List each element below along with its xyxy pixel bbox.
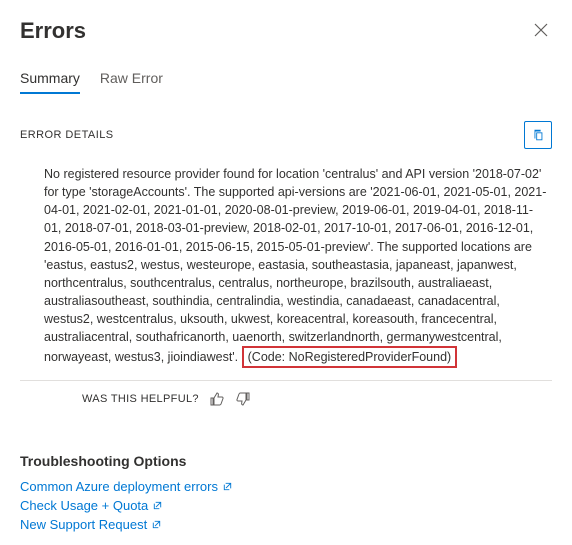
error-details-label: ERROR DETAILS <box>20 129 114 141</box>
thumbs-up-icon[interactable] <box>209 391 225 407</box>
close-icon <box>534 23 548 37</box>
external-link-icon <box>152 500 163 511</box>
close-button[interactable] <box>530 18 552 44</box>
copy-icon <box>531 128 545 142</box>
helpful-label: WAS THIS HELPFUL? <box>82 393 199 405</box>
link-check-usage-quota[interactable]: Check Usage + Quota <box>20 498 552 513</box>
tabs: Summary Raw Error <box>20 64 552 95</box>
page-title: Errors <box>20 18 86 44</box>
copy-button[interactable] <box>524 121 552 149</box>
link-common-azure-deployment-errors[interactable]: Common Azure deployment errors <box>20 479 552 494</box>
error-message-text: No registered resource provider found fo… <box>44 167 546 364</box>
link-label: New Support Request <box>20 517 147 532</box>
external-link-icon <box>151 519 162 530</box>
troubleshooting-heading: Troubleshooting Options <box>20 453 552 469</box>
helpful-row: WAS THIS HELPFUL? <box>20 381 552 407</box>
link-label: Common Azure deployment errors <box>20 479 218 494</box>
error-code-highlight: (Code: NoRegisteredProviderFound) <box>242 346 458 368</box>
link-new-support-request[interactable]: New Support Request <box>20 517 552 532</box>
thumbs-down-icon[interactable] <box>235 391 251 407</box>
external-link-icon <box>222 481 233 492</box>
link-label: Check Usage + Quota <box>20 498 148 513</box>
tab-summary[interactable]: Summary <box>20 64 80 94</box>
tab-raw-error[interactable]: Raw Error <box>100 64 163 94</box>
troubleshooting-section: Troubleshooting Options Common Azure dep… <box>20 453 552 532</box>
error-body: No registered resource provider found fo… <box>20 159 552 381</box>
